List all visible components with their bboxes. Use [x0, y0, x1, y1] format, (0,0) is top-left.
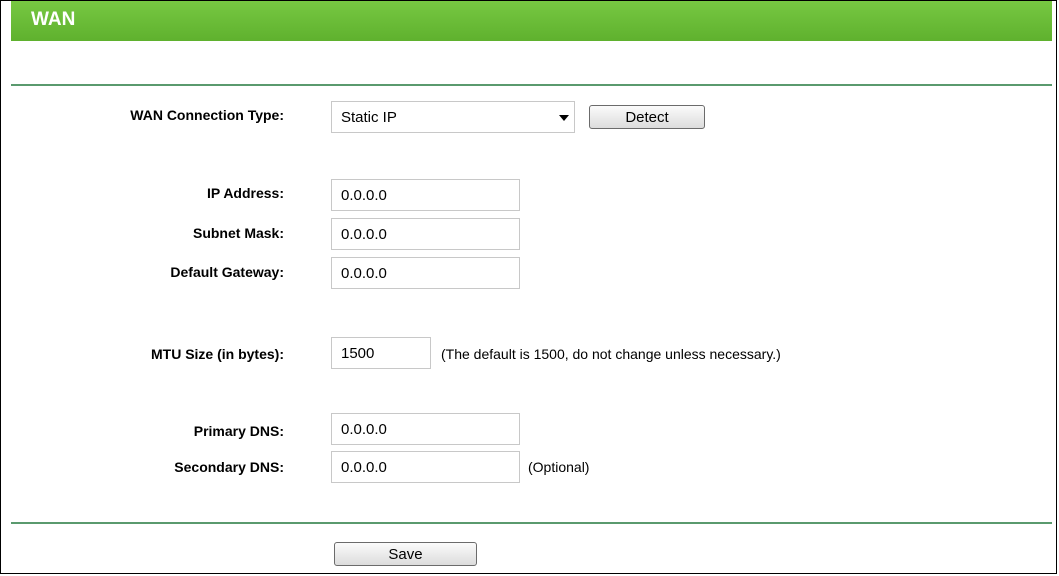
mtu-label: MTU Size (in bytes): [150, 346, 284, 362]
connection-type-label: WAN Connection Type: [130, 107, 284, 123]
connection-type-select[interactable]: Static IP [331, 101, 575, 133]
top-divider [11, 84, 1052, 86]
save-button[interactable]: Save [334, 542, 477, 566]
primary-dns-label: Primary DNS: [193, 423, 284, 439]
mtu-input[interactable] [331, 337, 431, 369]
wan-panel: WAN WAN Connection Type: Static IP Detec… [0, 0, 1057, 574]
chevron-down-icon [559, 115, 569, 121]
ip-address-input[interactable] [331, 179, 520, 211]
page-title: WAN [31, 9, 76, 30]
detect-button[interactable]: Detect [589, 105, 705, 129]
default-gateway-label: Default Gateway: [170, 264, 284, 280]
default-gateway-input[interactable] [331, 257, 520, 289]
secondary-dns-input[interactable] [331, 451, 520, 483]
bottom-divider [11, 522, 1052, 524]
subnet-mask-label: Subnet Mask: [192, 225, 284, 241]
mtu-note: (The default is 1500, do not change unle… [441, 346, 781, 362]
connection-type-value: Static IP [341, 109, 397, 126]
ip-address-label: IP Address: [206, 185, 284, 201]
header-bar: WAN [11, 1, 1052, 41]
subnet-mask-input[interactable] [331, 218, 520, 250]
secondary-dns-note: (Optional) [528, 459, 590, 475]
secondary-dns-label: Secondary DNS: [174, 459, 284, 475]
primary-dns-input[interactable] [331, 413, 520, 445]
